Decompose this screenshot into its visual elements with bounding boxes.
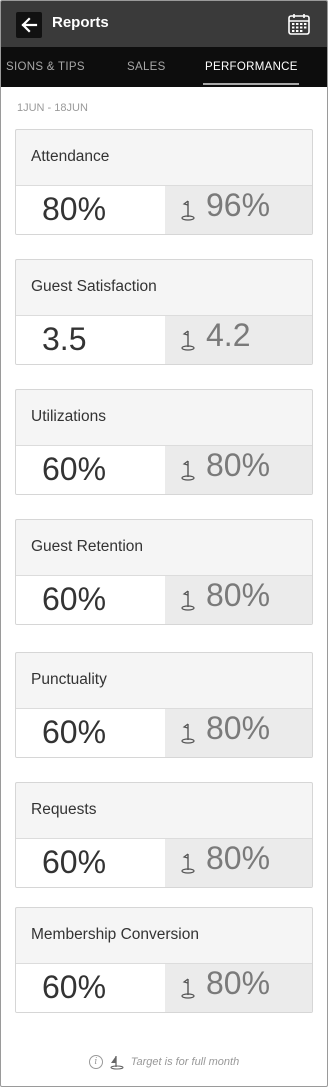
metric-card-attendance: Attendance 80% 96% [15, 129, 313, 235]
tab-commissions-tips[interactable]: SIONS & TIPS [6, 61, 85, 73]
metric-actual-value: 60% [42, 581, 107, 617]
metric-target-cell: 80% [165, 446, 312, 494]
calendar-icon [288, 14, 310, 35]
report-tabs: SIONS & TIPS SALES PERFORMANCE [1, 47, 327, 87]
metric-card-guest-satisfaction: Guest Satisfaction 3.5 4.2 [15, 259, 313, 365]
reports-screen: Reports SIONS & TIPS SALES PERFORMANCE 1… [0, 0, 328, 1087]
arrow-left-icon [21, 17, 38, 33]
back-button[interactable] [16, 12, 42, 38]
metric-actual-cell: 60% [16, 964, 165, 1012]
golf-flag-icon [181, 723, 195, 744]
metric-title: Attendance [31, 148, 110, 165]
metric-actual-value: 60% [42, 844, 107, 880]
golf-flag-icon [110, 1056, 124, 1070]
metric-title: Membership Conversion [31, 926, 199, 943]
metric-actual-cell: 60% [16, 576, 165, 624]
metric-actual-cell: 60% [16, 839, 165, 887]
metric-target-value: 80% [206, 965, 271, 1001]
metric-target-value: 80% [206, 447, 271, 483]
golf-flag-icon [181, 978, 195, 999]
app-header: Reports [1, 1, 327, 47]
golf-flag-icon [181, 590, 195, 611]
metric-title: Utilizations [31, 408, 106, 425]
metric-target-cell: 4.2 [165, 316, 312, 364]
metric-target-value: 96% [206, 187, 271, 223]
info-icon: i [88, 1055, 103, 1069]
footer-note-row: i Target is for full month [1, 1053, 327, 1071]
golf-flag-icon [181, 330, 195, 351]
metric-actual-value: 60% [42, 451, 107, 487]
metric-target-value: 80% [206, 577, 271, 613]
target-note: Target is for full month [130, 1056, 240, 1068]
metric-actual-cell: 3.5 [16, 316, 165, 364]
active-tab-indicator [203, 83, 299, 85]
metric-target-value: 80% [206, 710, 271, 746]
metric-card-requests: Requests 60% 80% [15, 782, 313, 888]
metric-target-cell: 80% [165, 839, 312, 887]
golf-flag-icon [181, 460, 195, 481]
metric-target-cell: 80% [165, 709, 312, 757]
calendar-button[interactable] [287, 12, 311, 36]
metric-target-cell: 96% [165, 186, 312, 234]
tab-performance[interactable]: PERFORMANCE [205, 61, 298, 73]
metric-target-value: 80% [206, 840, 271, 876]
metric-actual-cell: 60% [16, 446, 165, 494]
metric-card-membership-conversion: Membership Conversion 60% 80% [15, 907, 313, 1013]
metric-target-value: 4.2 [206, 317, 251, 353]
golf-flag-icon [181, 853, 195, 874]
metric-actual-value: 80% [42, 191, 107, 227]
metric-title: Guest Retention [31, 538, 144, 555]
metric-actual-cell: 80% [16, 186, 165, 234]
date-range: 1JUN - 18JUN [17, 102, 88, 114]
metric-actual-value: 3.5 [42, 321, 87, 357]
metric-target-cell: 80% [165, 576, 312, 624]
metric-title: Requests [31, 801, 97, 818]
metric-card-utilizations: Utilizations 60% 80% [15, 389, 313, 495]
tab-sales[interactable]: SALES [127, 61, 166, 73]
metric-card-guest-retention: Guest Retention 60% 80% [15, 519, 313, 625]
page-title: Reports [52, 14, 109, 31]
metric-target-cell: 80% [165, 964, 312, 1012]
metric-actual-value: 60% [42, 969, 107, 1005]
metric-title: Guest Satisfaction [31, 278, 157, 295]
metric-title: Punctuality [31, 671, 107, 688]
metric-actual-cell: 60% [16, 709, 165, 757]
golf-flag-icon [181, 200, 195, 221]
metric-actual-value: 60% [42, 714, 107, 750]
metric-card-punctuality: Punctuality 60% 80% [15, 652, 313, 758]
